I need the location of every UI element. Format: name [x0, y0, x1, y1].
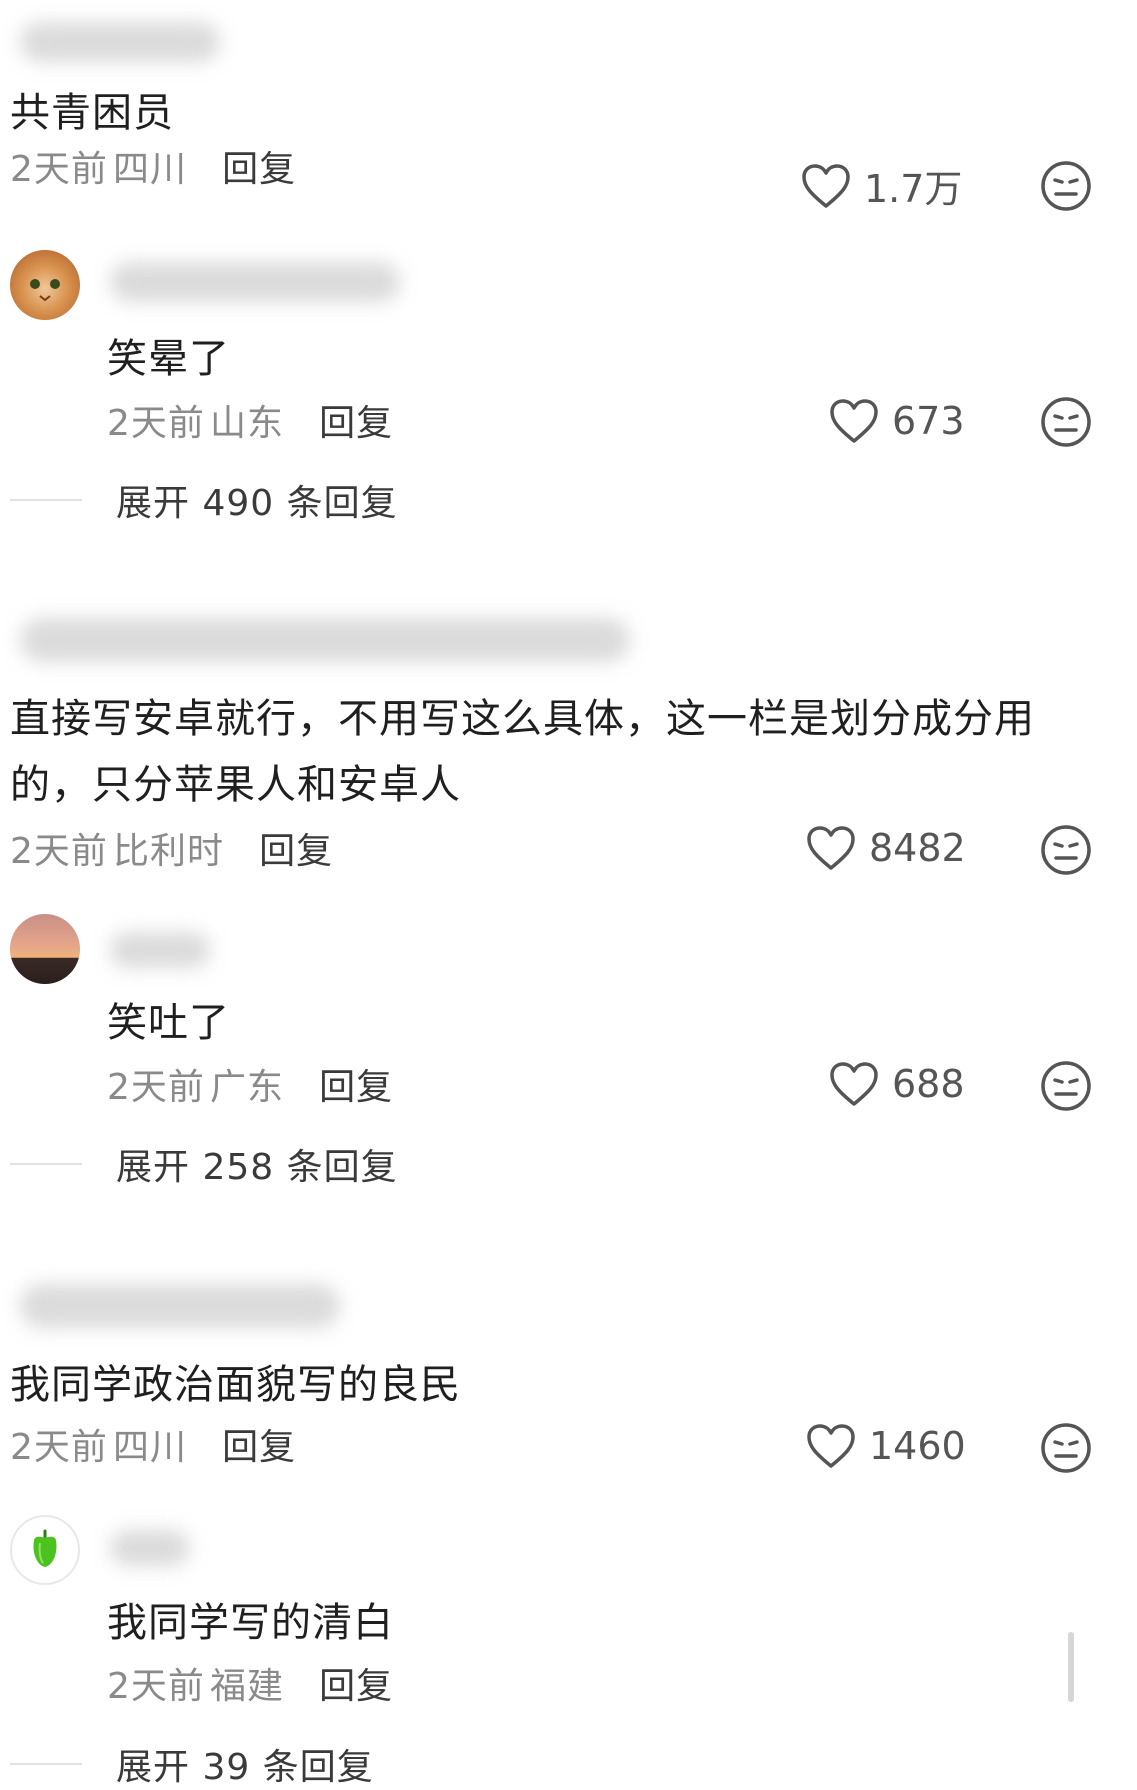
username-redacted	[110, 1530, 190, 1566]
heart-outline-icon	[802, 163, 850, 208]
comment-meta: 2天前 四川 回复	[10, 140, 296, 192]
like-count: 1460	[869, 1424, 966, 1468]
comment-text: 我同学政治面貌写的良民	[10, 1362, 461, 1408]
comment-meta: 2天前 比利时 回复	[10, 822, 333, 874]
expand-replies-label: 展开 490 条回复	[116, 483, 398, 524]
expand-replies-button[interactable]: 展开 258 条回复	[10, 1138, 398, 1190]
divider-line	[10, 499, 82, 501]
cat-avatar-icon[interactable]	[10, 250, 80, 320]
sunset-avatar-icon[interactable]	[10, 914, 80, 984]
scrollbar[interactable]	[1068, 1632, 1074, 1702]
expand-replies-button[interactable]: 展开 490 条回复	[10, 474, 398, 526]
heart-outline-icon	[830, 399, 878, 443]
username-redacted	[110, 262, 400, 302]
username-redacted	[110, 932, 210, 968]
reply-button[interactable]: 回复	[222, 1427, 296, 1468]
reply-button[interactable]: 回复	[319, 403, 393, 444]
like-button[interactable]: 1.7万	[800, 158, 962, 213]
comment-time: 2天前	[10, 831, 108, 872]
like-count: 688	[892, 1062, 965, 1106]
comment-text-line2: 的，只分苹果人和安卓人	[10, 762, 461, 808]
comment-meta: 2天前 四川 回复	[10, 1418, 296, 1470]
comment-text-line1: 直接写安卓就行，不用写这么具体，这一栏是划分成分用	[10, 696, 1035, 742]
comment-location: 四川	[113, 1427, 188, 1468]
reply-text: 笑吐了	[107, 1000, 230, 1046]
divider-line	[10, 1163, 82, 1165]
reply-time: 2天前	[107, 403, 205, 444]
like-count: 1.7万	[864, 167, 963, 211]
reply-button[interactable]: 回复	[319, 1666, 393, 1707]
username-redacted	[20, 1284, 340, 1328]
expand-replies-button[interactable]: 展开 39 条回复	[10, 1738, 374, 1790]
comment-location: 比利时	[113, 831, 225, 872]
reply-time: 2天前	[107, 1067, 205, 1108]
reply-location: 福建	[210, 1666, 285, 1707]
expand-replies-label: 展开 258 条回复	[116, 1147, 398, 1188]
reply-time: 2天前	[107, 1666, 205, 1707]
reply-meta: 2天前 福建 回复	[107, 1657, 393, 1709]
reply-text: 笑晕了	[107, 336, 230, 382]
comment-location: 四川	[113, 149, 188, 190]
meh-face-icon[interactable]	[1040, 160, 1092, 212]
expand-replies-label: 展开 39 条回复	[116, 1747, 374, 1788]
meh-face-icon[interactable]	[1040, 396, 1092, 448]
reply-location: 广东	[210, 1067, 285, 1108]
pepper-avatar-icon[interactable]	[10, 1515, 80, 1585]
meh-face-icon[interactable]	[1040, 1060, 1092, 1112]
like-button[interactable]: 673	[828, 397, 965, 445]
reply-meta: 2天前 山东 回复	[107, 394, 393, 446]
reply-button[interactable]: 回复	[222, 149, 296, 190]
like-button[interactable]: 1460	[805, 1422, 966, 1470]
like-button[interactable]: 8482	[805, 824, 966, 872]
heart-outline-icon	[830, 1062, 878, 1106]
like-count: 8482	[869, 826, 966, 870]
comment-text: 共青困员	[10, 90, 174, 136]
heart-outline-icon	[807, 1424, 855, 1468]
meh-face-icon[interactable]	[1040, 1422, 1092, 1474]
like-count: 673	[892, 399, 965, 443]
reply-button[interactable]: 回复	[259, 831, 333, 872]
reply-button[interactable]: 回复	[319, 1067, 393, 1108]
username-redacted	[20, 22, 220, 62]
like-button[interactable]: 688	[828, 1060, 965, 1108]
meh-face-icon[interactable]	[1040, 824, 1092, 876]
reply-text: 我同学写的清白	[107, 1600, 394, 1646]
comment-time: 2天前	[10, 149, 108, 190]
divider-line	[10, 1763, 82, 1765]
username-redacted	[20, 618, 630, 662]
comment-time: 2天前	[10, 1427, 108, 1468]
reply-location: 山东	[210, 403, 285, 444]
heart-outline-icon	[807, 826, 855, 870]
reply-meta: 2天前 广东 回复	[107, 1058, 393, 1110]
